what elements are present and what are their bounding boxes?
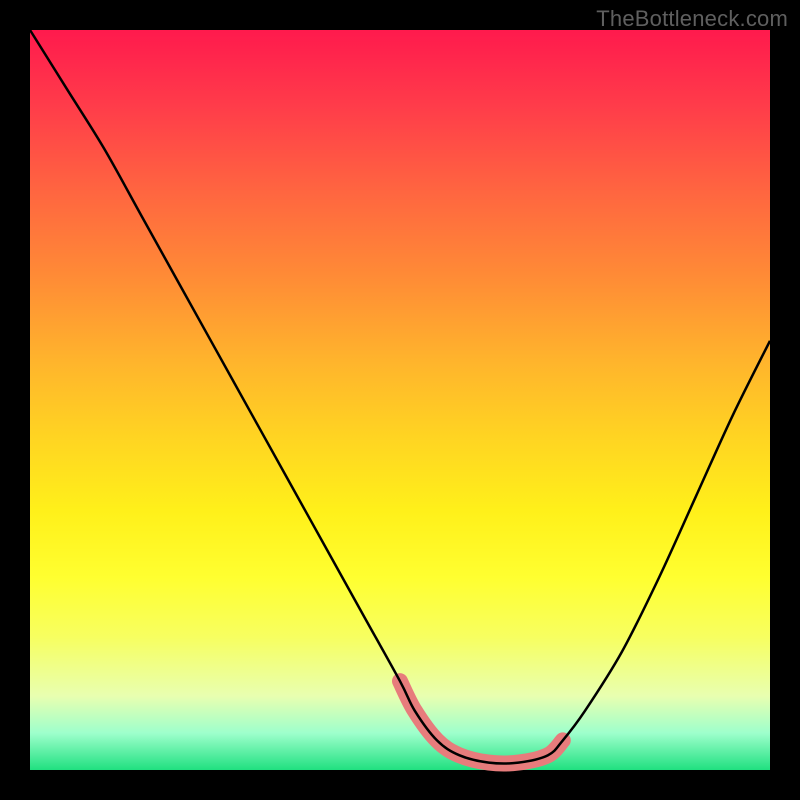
chart-highlight-segment	[400, 681, 563, 763]
chart-curve	[30, 30, 770, 764]
chart-svg	[30, 30, 770, 770]
chart-frame: TheBottleneck.com	[0, 0, 800, 800]
watermark-label: TheBottleneck.com	[596, 6, 788, 32]
chart-plot-area	[30, 30, 770, 770]
